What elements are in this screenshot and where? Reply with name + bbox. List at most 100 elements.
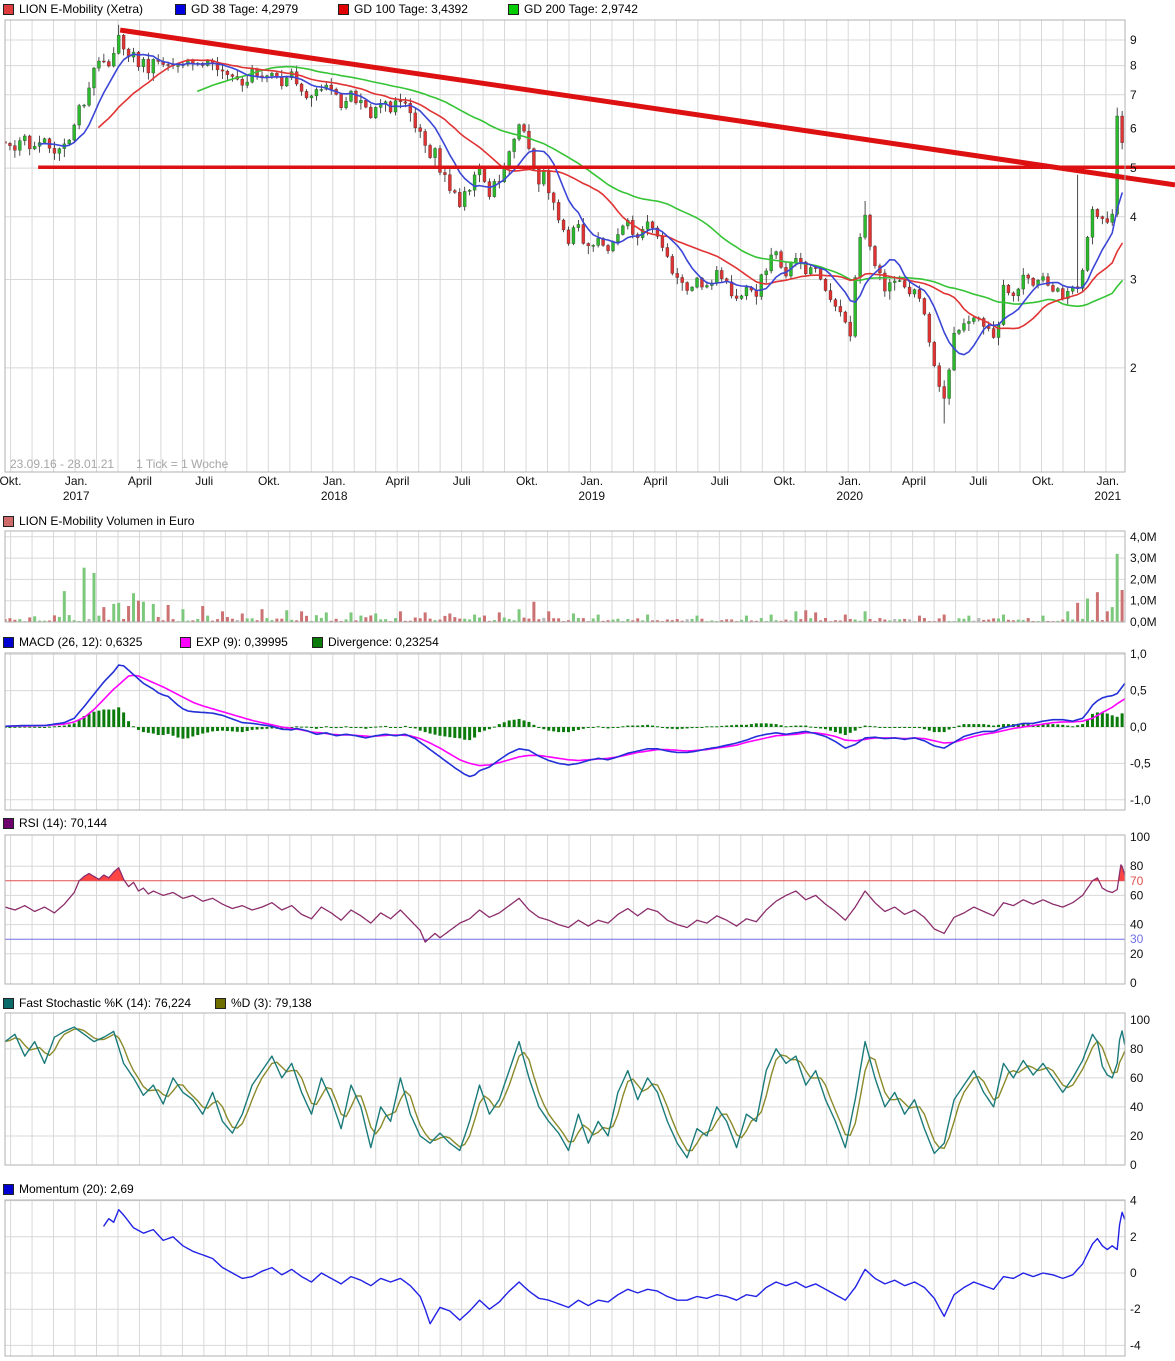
svg-text:0: 0	[1130, 1266, 1137, 1280]
momentum-swatch-icon	[3, 1184, 14, 1195]
svg-text:Jan.: Jan.	[65, 474, 88, 488]
svg-text:0: 0	[1130, 1158, 1137, 1172]
trend-lines	[38, 30, 1175, 185]
svg-text:80: 80	[1130, 1042, 1144, 1056]
rsi-label: RSI (14): 70,144	[19, 816, 107, 830]
legend-item-exp: EXP (9): 0,39995	[180, 635, 288, 649]
macd-label: MACD (26, 12): 0,6325	[19, 635, 142, 649]
legend-item-instrument: LION E-Mobility (Xetra)	[3, 2, 143, 16]
svg-text:Okt.: Okt.	[0, 474, 21, 488]
svg-text:Juli: Juli	[195, 474, 213, 488]
momentum-line	[104, 1210, 1125, 1324]
gd38-label: GD 38 Tage: 4,2979	[191, 2, 298, 16]
rsi-swatch-icon	[3, 818, 14, 829]
momentum-label: Momentum (20): 2,69	[19, 1182, 134, 1196]
svg-text:2020: 2020	[836, 489, 863, 503]
legend-item-gd100: GD 100 Tage: 3,4392	[338, 2, 468, 16]
svg-text:20: 20	[1130, 947, 1144, 961]
svg-text:7: 7	[1130, 88, 1137, 102]
gd200-label: GD 200 Tage: 2,9742	[524, 2, 638, 16]
legend-item-momentum: Momentum (20): 2,69	[3, 1182, 134, 1196]
svg-text:-2: -2	[1130, 1302, 1141, 1316]
svg-text:Juli: Juli	[969, 474, 987, 488]
svg-text:100: 100	[1130, 1013, 1150, 1027]
svg-text:1,0M: 1,0M	[1130, 594, 1157, 608]
svg-text:9: 9	[1130, 33, 1137, 47]
svg-text:April: April	[385, 474, 409, 488]
volume-label: LION E-Mobility Volumen in Euro	[19, 514, 194, 528]
svg-text:Juli: Juli	[453, 474, 471, 488]
svg-text:Jan.: Jan.	[580, 474, 603, 488]
rsi-panel-legend: RSI (14): 70,144	[0, 816, 1175, 832]
legend-item-divergence: Divergence: 0,23254	[312, 635, 439, 649]
gd100-swatch-icon	[338, 4, 349, 15]
svg-text:4,0M: 4,0M	[1130, 530, 1157, 544]
svg-text:Okt.: Okt.	[516, 474, 538, 488]
svg-text:80: 80	[1130, 859, 1144, 873]
legend-item-rsi: RSI (14): 70,144	[3, 816, 107, 830]
volume-swatch-icon	[3, 516, 14, 527]
svg-text:100: 100	[1130, 830, 1150, 844]
svg-text:Juli: Juli	[711, 474, 729, 488]
rsi-overbought-fill	[5, 865, 1126, 942]
legend-item-macd: MACD (26, 12): 0,6325	[3, 635, 142, 649]
exp-label: EXP (9): 0,39995	[196, 635, 288, 649]
macd-series	[4, 665, 1125, 776]
date-range-label: 23.09.16 - 28.01.21	[10, 457, 114, 471]
svg-text:0,0M: 0,0M	[1130, 615, 1157, 629]
svg-text:0,5: 0,5	[1130, 684, 1147, 698]
legend-item-stoch-k: Fast Stochastic %K (14): 76,224	[3, 996, 191, 1010]
stoch-d-swatch-icon	[215, 998, 226, 1009]
legend-item-volume: LION E-Mobility Volumen in Euro	[3, 514, 194, 528]
svg-text:Jan.: Jan.	[1096, 474, 1119, 488]
svg-text:2018: 2018	[321, 489, 348, 503]
svg-text:40: 40	[1130, 1100, 1144, 1114]
svg-text:Okt.: Okt.	[1032, 474, 1054, 488]
stoch-d-label: %D (3): 79,138	[231, 996, 312, 1010]
tick-interval-label: 1 Tick = 1 Woche	[136, 457, 228, 471]
macd-panel-legend: MACD (26, 12): 0,6325 EXP (9): 0,39995 D…	[0, 635, 1175, 651]
svg-text:Okt.: Okt.	[258, 474, 280, 488]
svg-text:70: 70	[1130, 874, 1144, 888]
legend-item-gd200: GD 200 Tage: 2,9742	[508, 2, 638, 16]
date-range-info: 23.09.16 - 28.01.21 1 Tick = 1 Woche	[10, 457, 228, 471]
svg-text:40: 40	[1130, 918, 1144, 932]
svg-text:60: 60	[1130, 1071, 1144, 1085]
svg-text:4: 4	[1130, 210, 1137, 224]
svg-text:-0,5: -0,5	[1130, 756, 1151, 770]
momentum-panel-legend: Momentum (20): 2,69	[0, 1182, 1175, 1198]
instrument-swatch-icon	[3, 4, 14, 15]
price-panel-legend: LION E-Mobility (Xetra) GD 38 Tage: 4,29…	[0, 2, 1175, 18]
svg-text:2: 2	[1130, 1230, 1137, 1244]
svg-text:2,0M: 2,0M	[1130, 572, 1157, 586]
svg-text:2019: 2019	[578, 489, 605, 503]
svg-text:April: April	[643, 474, 667, 488]
svg-text:0,0: 0,0	[1130, 720, 1147, 734]
svg-text:8: 8	[1130, 59, 1137, 73]
svg-text:6: 6	[1130, 121, 1137, 135]
exp-swatch-icon	[180, 637, 191, 648]
divergence-label: Divergence: 0,23254	[328, 635, 439, 649]
rsi-oversold-fill	[5, 865, 1126, 942]
legend-item-stoch-d: %D (3): 79,138	[215, 996, 312, 1010]
rsi-line	[5, 865, 1126, 942]
svg-text:3,0M: 3,0M	[1130, 551, 1157, 565]
gd200-swatch-icon	[508, 4, 519, 15]
svg-text:Okt.: Okt.	[774, 474, 796, 488]
svg-text:April: April	[128, 474, 152, 488]
gd100-label: GD 100 Tage: 3,4392	[354, 2, 468, 16]
svg-text:5: 5	[1130, 161, 1137, 175]
svg-text:2: 2	[1130, 361, 1137, 375]
svg-text:-4: -4	[1130, 1338, 1141, 1352]
svg-text:Jan.: Jan.	[323, 474, 346, 488]
legend-item-gd38: GD 38 Tage: 4,2979	[175, 2, 298, 16]
charts-canvas[interactable]: 987654324,0M3,0M2,0M1,0M0,0M1,00,50,0-0,…	[0, 0, 1175, 1361]
instrument-label: LION E-Mobility (Xetra)	[19, 2, 143, 16]
svg-text:30: 30	[1130, 932, 1144, 946]
svg-text:April: April	[902, 474, 926, 488]
stoch-k-swatch-icon	[3, 998, 14, 1009]
macd-swatch-icon	[3, 637, 14, 648]
svg-text:2021: 2021	[1094, 489, 1121, 503]
stochastic-lines	[5, 1027, 1125, 1158]
svg-text:20: 20	[1130, 1129, 1144, 1143]
